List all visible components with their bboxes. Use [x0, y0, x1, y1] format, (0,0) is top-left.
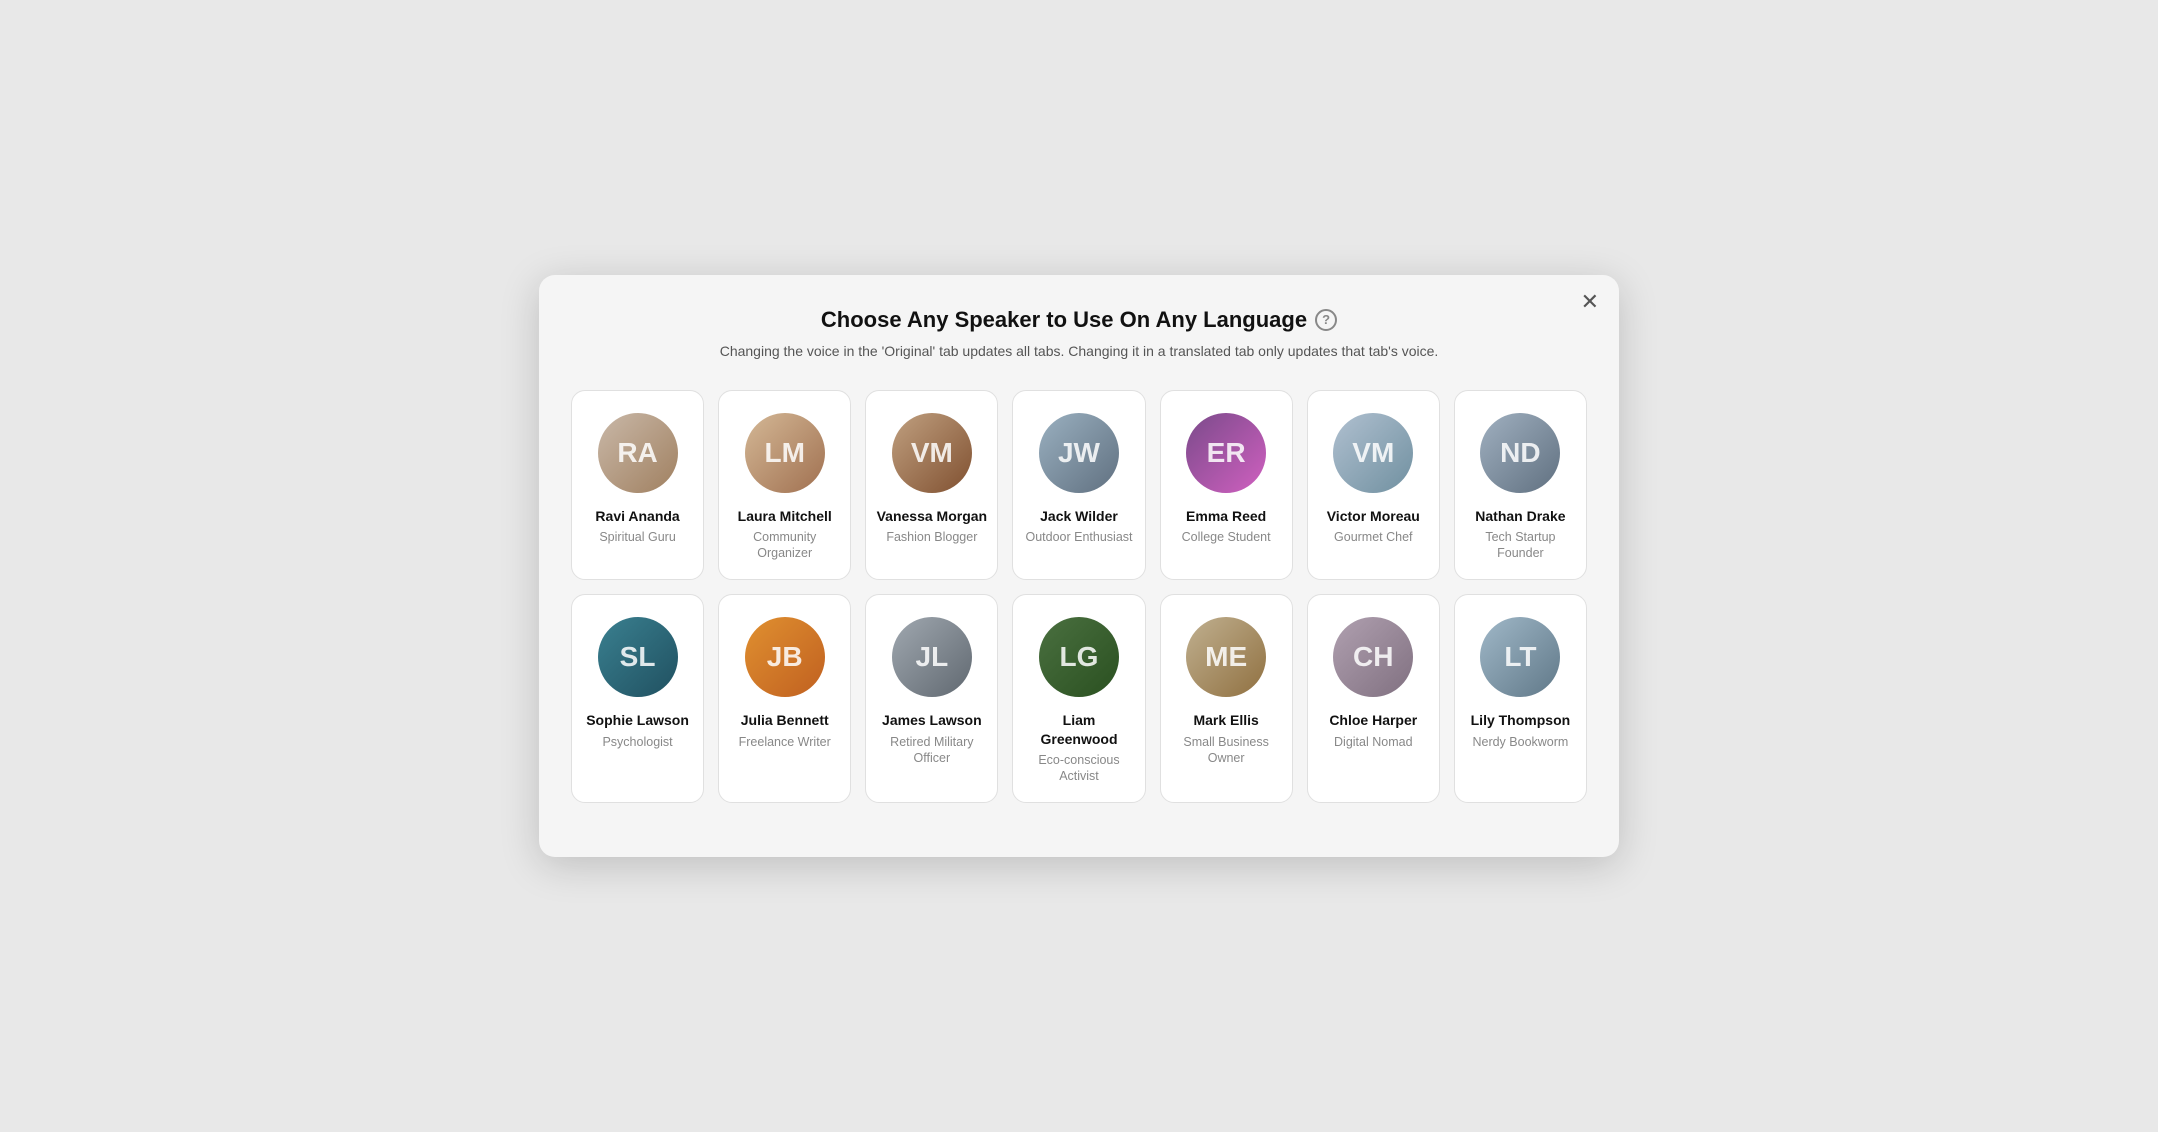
- modal-subtitle: Changing the voice in the 'Original' tab…: [571, 341, 1587, 362]
- speaker-card-chloe[interactable]: CH Chloe Harper Digital Nomad: [1307, 594, 1440, 803]
- avatar-sophie: SL: [598, 617, 678, 697]
- help-icon[interactable]: ?: [1315, 309, 1337, 331]
- speaker-card-mark[interactable]: ME Mark Ellis Small Business Owner: [1160, 594, 1293, 803]
- speaker-role-sophie: Psychologist: [602, 734, 672, 750]
- avatar-emma: ER: [1186, 413, 1266, 493]
- avatar-chloe: CH: [1333, 617, 1413, 697]
- speaker-name-mark: Mark Ellis: [1193, 711, 1258, 729]
- speaker-role-jack: Outdoor Enthusiast: [1025, 529, 1132, 545]
- avatar-lily: LT: [1480, 617, 1560, 697]
- speaker-name-nathan: Nathan Drake: [1475, 507, 1565, 525]
- speakers-row-1: RA Ravi Ananda Spiritual Guru LM Laura Mitch…: [571, 390, 1587, 581]
- speaker-name-sophie: Sophie Lawson: [586, 711, 689, 729]
- speaker-role-nathan: Tech Startup Founder: [1465, 529, 1576, 562]
- speaker-card-vanessa[interactable]: VM Vanessa Morgan Fashion Blogger: [865, 390, 998, 581]
- speaker-role-ravi: Spiritual Guru: [599, 529, 675, 545]
- avatar-james: JL: [892, 617, 972, 697]
- avatar-victor: VM: [1333, 413, 1413, 493]
- avatar-laura: LM: [745, 413, 825, 493]
- speaker-role-chloe: Digital Nomad: [1334, 734, 1413, 750]
- avatar-liam: LG: [1039, 617, 1119, 697]
- speaker-role-lily: Nerdy Bookworm: [1472, 734, 1568, 750]
- speaker-name-emma: Emma Reed: [1186, 507, 1266, 525]
- avatar-mark: ME: [1186, 617, 1266, 697]
- speaker-name-vanessa: Vanessa Morgan: [877, 507, 988, 525]
- speaker-card-sophie[interactable]: SL Sophie Lawson Psychologist: [571, 594, 704, 803]
- speaker-name-ravi: Ravi Ananda: [595, 507, 679, 525]
- speaker-card-nathan[interactable]: ND Nathan Drake Tech Startup Founder: [1454, 390, 1587, 581]
- speaker-card-victor[interactable]: VM Victor Moreau Gourmet Chef: [1307, 390, 1440, 581]
- speaker-name-chloe: Chloe Harper: [1329, 711, 1417, 729]
- speaker-name-julia: Julia Bennett: [741, 711, 829, 729]
- speaker-name-james: James Lawson: [882, 711, 982, 729]
- speakers-row-2: SL Sophie Lawson Psychologist JB Julia Benne…: [571, 594, 1587, 803]
- speaker-selection-modal: ✕ Choose Any Speaker to Use On Any Langu…: [539, 275, 1619, 858]
- speaker-role-laura: Community Organizer: [729, 529, 840, 562]
- avatar-vanessa: VM: [892, 413, 972, 493]
- avatar-jack: JW: [1039, 413, 1119, 493]
- avatar-ravi: RA: [598, 413, 678, 493]
- speaker-card-julia[interactable]: JB Julia Bennett Freelance Writer: [718, 594, 851, 803]
- speaker-role-liam: Eco-conscious Activist: [1023, 752, 1134, 785]
- speaker-role-emma: College Student: [1182, 529, 1271, 545]
- avatar-julia: JB: [745, 617, 825, 697]
- speaker-card-liam[interactable]: LG Liam Greenwood Eco-conscious Activist: [1012, 594, 1145, 803]
- speaker-card-ravi[interactable]: RA Ravi Ananda Spiritual Guru: [571, 390, 704, 581]
- speaker-card-jack[interactable]: JW Jack Wilder Outdoor Enthusiast: [1012, 390, 1145, 581]
- speaker-role-james: Retired Military Officer: [876, 734, 987, 767]
- avatar-nathan: ND: [1480, 413, 1560, 493]
- speaker-name-liam: Liam Greenwood: [1023, 711, 1134, 747]
- speaker-card-james[interactable]: JL James Lawson Retired Military Officer: [865, 594, 998, 803]
- close-button[interactable]: ✕: [1581, 291, 1599, 313]
- speaker-name-laura: Laura Mitchell: [738, 507, 832, 525]
- speaker-card-emma[interactable]: ER Emma Reed College Student: [1160, 390, 1293, 581]
- speaker-role-vanessa: Fashion Blogger: [886, 529, 977, 545]
- speaker-card-lily[interactable]: LT Lily Thompson Nerdy Bookworm: [1454, 594, 1587, 803]
- speakers-grid: RA Ravi Ananda Spiritual Guru LM Laura Mitch…: [571, 390, 1587, 804]
- speaker-name-lily: Lily Thompson: [1471, 711, 1571, 729]
- speaker-role-mark: Small Business Owner: [1171, 734, 1282, 767]
- speaker-name-victor: Victor Moreau: [1327, 507, 1420, 525]
- speaker-role-julia: Freelance Writer: [739, 734, 831, 750]
- speaker-name-jack: Jack Wilder: [1040, 507, 1118, 525]
- speaker-card-laura[interactable]: LM Laura Mitchell Community Organizer: [718, 390, 851, 581]
- speaker-role-victor: Gourmet Chef: [1334, 529, 1413, 545]
- modal-title: Choose Any Speaker to Use On Any Languag…: [571, 307, 1587, 333]
